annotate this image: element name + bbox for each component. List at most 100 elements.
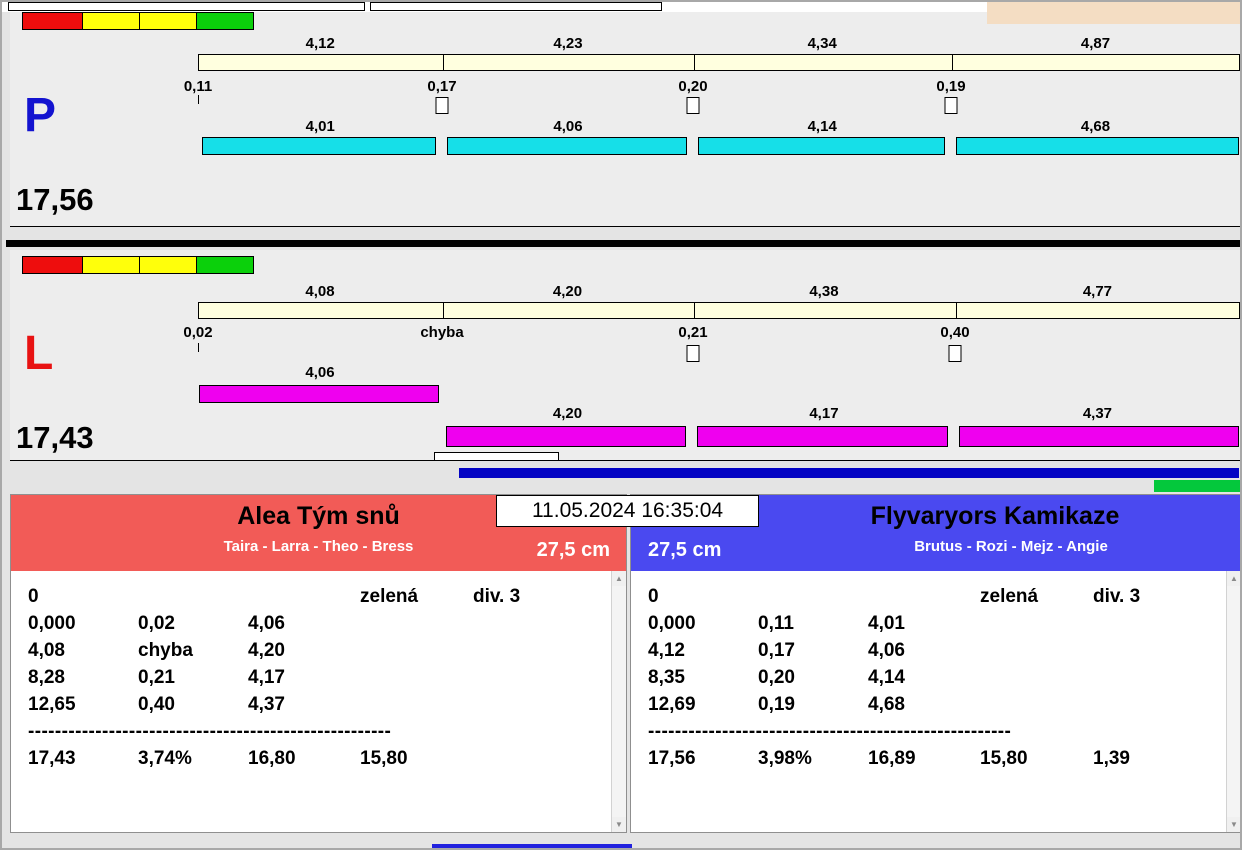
sensor-box (944, 97, 958, 114)
run-time-bar (202, 137, 437, 155)
split-time-label: 4,34 (807, 35, 837, 52)
run-time-labels: 4,06 (198, 364, 1240, 382)
scroll-down-icon[interactable]: ▼ (612, 817, 626, 832)
lane-p-panel: 4,12 4,23 4,34 4,87 0,11 0,17 0,20 0,19 … (10, 12, 1240, 227)
result-cell: zelená (360, 586, 419, 607)
scroll-up-icon[interactable]: ▲ (1227, 571, 1240, 586)
axis-divider (952, 55, 953, 70)
results-table: 0 zelená div. 3 0,000 0,02 4,06 4,08 chy… (11, 571, 626, 772)
result-cell (138, 583, 248, 610)
status-block-red (22, 12, 83, 30)
reaction-time-label: 0,20 (678, 78, 708, 95)
split-time-label: 4,87 (1080, 35, 1111, 52)
scrollbar[interactable]: ▲ ▼ (611, 571, 626, 832)
result-cell: 0,21 (138, 667, 175, 688)
axis-divider (694, 55, 695, 70)
result-cell: 1,39 (1093, 748, 1130, 769)
run-time-label: 4,06 (305, 364, 335, 381)
split-time-label: 4,23 (553, 35, 583, 52)
split-time-label: 4,38 (809, 283, 839, 300)
result-cell (473, 691, 596, 718)
scroll-down-icon[interactable]: ▼ (1227, 817, 1240, 832)
result-cell: 4,06 (868, 640, 905, 661)
split-time-label: 4,20 (552, 283, 583, 300)
status-bar-green (1154, 480, 1240, 492)
reaction-time-label: 0,02 (183, 324, 213, 341)
reaction-time-label: 0,21 (678, 324, 708, 341)
split-time-label: 4,12 (305, 35, 335, 52)
lane-total-time: 17,56 (16, 182, 94, 217)
axis-divider (443, 55, 444, 70)
result-cell: 0,000 (28, 613, 76, 634)
split-time-labels: 4,12 4,23 4,34 4,87 (198, 35, 1240, 53)
run-time-label: 4,20 (552, 405, 583, 422)
result-cell: 8,35 (648, 667, 685, 688)
split-time-label: 4,77 (1082, 283, 1113, 300)
sensor-box (948, 345, 962, 362)
result-cell: 3,98% (758, 748, 812, 769)
axis-divider (694, 303, 695, 318)
result-cell (980, 610, 1093, 637)
result-cell: 4,37 (248, 694, 285, 715)
team-panel-left: Alea Tým snů Taira - Larra - Theo - Bres… (10, 494, 627, 833)
result-cell: 16,89 (868, 748, 916, 769)
team-members: Brutus - Rozi - Mejz - Angie (914, 538, 1108, 555)
split-tick (198, 95, 199, 104)
result-cell: 4,17 (248, 667, 285, 688)
result-cell (1093, 691, 1211, 718)
sensor-box (686, 345, 700, 362)
scrollbar[interactable]: ▲ ▼ (1226, 571, 1240, 832)
run-time-labels: 4,01 4,06 4,14 4,68 (198, 118, 1240, 136)
result-cell (248, 583, 360, 610)
result-cell: 4,68 (868, 694, 905, 715)
reaction-time-label: 0,19 (936, 78, 966, 95)
lane-l-panel: 4,08 4,20 4,38 4,77 0,02 chyba 0,21 0,40… (10, 250, 1240, 461)
title-bar-fragment-center[interactable] (370, 2, 662, 11)
status-block-red (22, 256, 83, 274)
status-block-yellow-2 (140, 12, 197, 30)
result-cell (360, 637, 473, 664)
taskbar-fragment (432, 844, 632, 848)
result-cell: 4,01 (868, 613, 905, 634)
result-cell: 0,11 (758, 613, 794, 634)
result-cell: 3,74% (138, 748, 192, 769)
team-panel-right: Flyvaryors Kamikaze Brutus - Rozi - Mejz… (630, 494, 1240, 833)
result-cell: chyba (138, 640, 193, 661)
split-time-labels: 4,08 4,20 4,38 4,77 (198, 283, 1240, 301)
status-block-yellow-2 (140, 256, 197, 274)
result-cell: 4,06 (248, 613, 285, 634)
sensor-box (435, 97, 449, 114)
result-cell: 16,80 (248, 748, 296, 769)
scroll-up-icon[interactable]: ▲ (612, 571, 626, 586)
result-cell: 4,08 (28, 640, 65, 661)
result-cell (360, 691, 473, 718)
timestamp-box: 11.05.2024 16:35:04 (496, 495, 759, 527)
result-cell (473, 664, 596, 691)
split-tick (198, 343, 199, 352)
result-cell: 4,20 (248, 640, 285, 661)
result-cell: div. 3 (473, 586, 521, 607)
result-cell (980, 664, 1093, 691)
result-cell (360, 664, 473, 691)
split-time-axis (198, 54, 1240, 71)
result-cell: 0,40 (138, 694, 175, 715)
lane-divider (6, 240, 1240, 247)
results-panel: 0 zelená div. 3 0,000 0,02 4,06 4,08 chy… (11, 571, 626, 832)
results-panel: 0 zelená div. 3 0,000 0,11 4,01 4,12 0,1… (631, 571, 1240, 832)
result-cell: 0,17 (758, 640, 795, 661)
table-row: 12,65 0,40 4,37 (28, 691, 596, 718)
totals-row: 17,43 3,74% 16,80 15,80 (28, 745, 596, 772)
result-cell (360, 610, 473, 637)
table-row: 8,28 0,21 4,17 (28, 664, 596, 691)
run-time-label: 4,14 (807, 118, 837, 135)
jump-height: 27,5 cm (648, 539, 722, 561)
run-time-bar (958, 426, 1239, 447)
result-cell: 12,65 (28, 694, 76, 715)
app-window: 4,12 4,23 4,34 4,87 0,11 0,17 0,20 0,19 … (0, 0, 1242, 850)
reaction-time-label: 0,40 (940, 324, 970, 341)
run-time-bar (697, 426, 948, 447)
title-bar-fragment-left[interactable] (8, 2, 365, 11)
result-cell: 0,19 (758, 694, 795, 715)
status-blocks (22, 12, 254, 30)
table-separator: ----------------------------------------… (28, 721, 392, 742)
